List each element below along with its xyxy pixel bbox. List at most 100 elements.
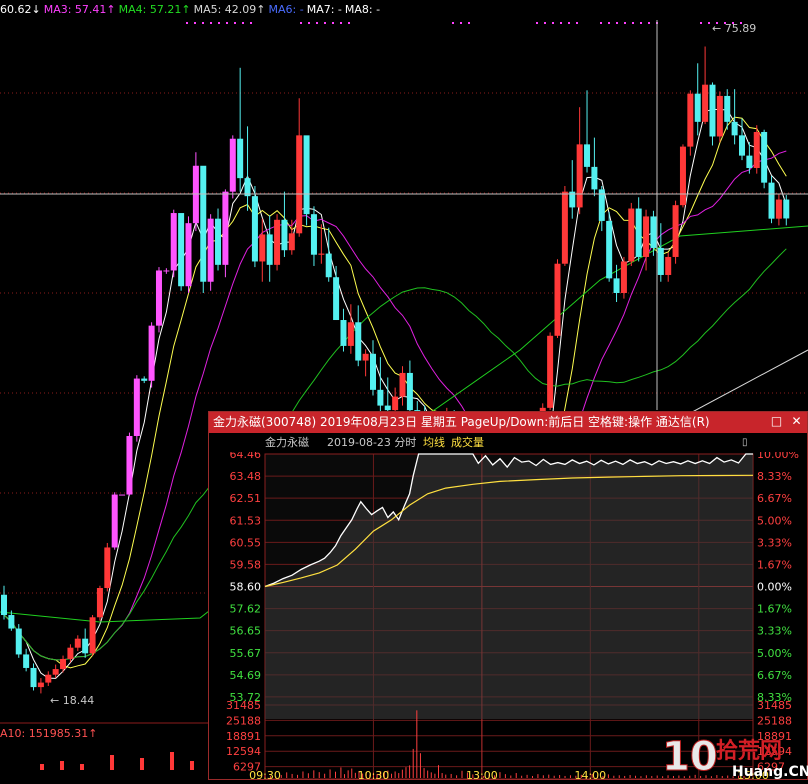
time-tick: 13:00 (466, 769, 498, 779)
candle-body (96, 588, 103, 618)
candle (266, 215, 273, 282)
candle (148, 322, 155, 388)
ma-label-5: MA7: - (306, 3, 342, 16)
candle (370, 340, 376, 396)
marker-dot (452, 22, 454, 24)
ma-label-3: MA5: 42.09↑ (193, 3, 266, 16)
marker-dot (316, 22, 318, 24)
marker-dot (460, 22, 462, 24)
candle-body (251, 196, 258, 262)
logo-text: 拾荒网 (716, 738, 782, 764)
candle-body (731, 121, 738, 136)
candle-body (296, 135, 303, 234)
volume-indicator-label: A10: 151985.31↑ (0, 727, 98, 740)
candle-body (554, 263, 561, 336)
candle (104, 542, 111, 592)
candle (576, 107, 583, 215)
price-tick: 60.55 (230, 536, 262, 549)
candle (731, 89, 738, 145)
candle-body (347, 322, 354, 346)
pct-tick: 5.00% (757, 514, 792, 527)
low-annotation: ← 18.44 (50, 694, 95, 707)
price-tick: 57.62 (230, 603, 262, 616)
candle (178, 213, 185, 291)
marker-dot (340, 22, 342, 24)
candle (340, 308, 347, 352)
candle-body (709, 84, 716, 137)
candle (185, 216, 192, 293)
candle (746, 142, 753, 174)
candle (377, 357, 384, 420)
candle (82, 628, 89, 658)
candle-body (23, 654, 30, 668)
candle-body (288, 233, 295, 251)
close-icon[interactable]: ✕ (789, 414, 804, 429)
marker-dot (536, 22, 538, 24)
candle-body (333, 277, 340, 321)
candle (126, 432, 133, 496)
panel-toggle-icon[interactable]: ▯ (742, 434, 748, 452)
candle (702, 46, 709, 125)
minimize-icon[interactable]: □ (769, 414, 784, 429)
marker-dot (332, 22, 334, 24)
candle-body (561, 191, 568, 264)
candle (643, 209, 650, 271)
candle-body (665, 256, 672, 275)
candle (672, 200, 679, 264)
intraday-popup-window[interactable]: 金力永磁(300748) 2019年08月23日 星期五 PageUp/Down… (208, 411, 808, 780)
volume-tick: 18891 (226, 730, 261, 743)
candle-body (753, 131, 760, 169)
marker-dot (708, 22, 710, 24)
marker-dot (194, 22, 196, 24)
candle-body (620, 261, 627, 293)
marker-dot (324, 22, 326, 24)
watermark-logo: 10 拾荒网 Huang.CN (660, 728, 808, 781)
candle (613, 264, 620, 303)
volume-bar (140, 758, 144, 770)
candle (296, 98, 303, 237)
candle-body (178, 213, 185, 287)
price-tick: 55.67 (230, 647, 262, 660)
popup-subheader: 金力永磁 2019-08-23 分时 均线 成交量 ▯ (209, 434, 807, 452)
candle-body (392, 396, 399, 411)
volume-bar (40, 764, 44, 770)
candle (37, 678, 44, 694)
popup-title-text: 金力永磁(300748) 2019年08月23日 星期五 PageUp/Down… (213, 415, 710, 429)
candle-body (281, 219, 288, 251)
marker-dot (186, 22, 188, 24)
candle (30, 663, 37, 691)
candle-body (155, 270, 162, 326)
candle-body (111, 494, 118, 548)
ma-label-4: MA6: - (268, 3, 304, 16)
marker-dot (648, 22, 650, 24)
price-tick: 61.53 (230, 514, 262, 527)
candle-body (362, 353, 369, 361)
candle (561, 186, 568, 266)
marker-dot (242, 22, 244, 24)
candle (333, 265, 340, 321)
marker-dot (608, 22, 610, 24)
candle (554, 259, 561, 339)
candle (15, 624, 22, 658)
candle-body (45, 674, 52, 683)
candle (119, 494, 126, 496)
volume-bar (110, 755, 114, 770)
candle-body (229, 138, 236, 192)
candle-body (694, 93, 701, 122)
candle-body (702, 84, 709, 122)
candle-body (74, 638, 81, 648)
logo-number: 10 (662, 734, 718, 780)
volume-bar (170, 752, 174, 770)
candle-body (384, 405, 391, 411)
candle (281, 191, 288, 257)
ma-label-2: MA4: 57.21↑ (118, 3, 191, 16)
pct-tick: 5.00% (757, 647, 792, 660)
candle-body (89, 617, 96, 654)
candle-body (303, 135, 310, 215)
candle (192, 152, 199, 232)
candle (133, 375, 140, 442)
candle (768, 175, 775, 224)
popup-title-bar[interactable]: 金力永磁(300748) 2019年08月23日 星期五 PageUp/Down… (209, 412, 807, 433)
candle (318, 224, 325, 264)
candle-body (576, 144, 583, 208)
